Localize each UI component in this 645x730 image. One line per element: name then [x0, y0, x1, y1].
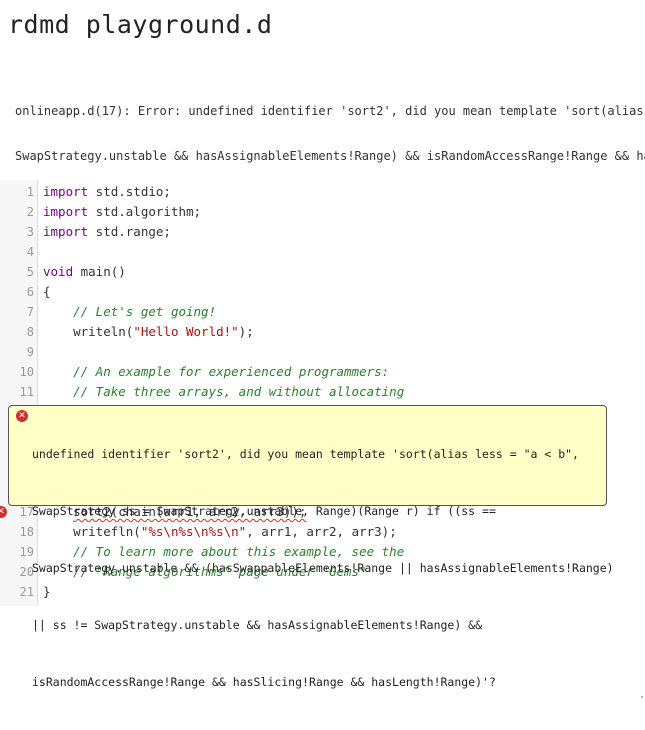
line-number: 21	[19, 585, 34, 599]
line-number: 18	[19, 525, 34, 539]
comment-token: // An example for experienced programmer…	[73, 364, 390, 379]
code-line[interactable]: 7 // Let's get going!	[0, 302, 645, 322]
code-text: import std.stdio;	[43, 182, 171, 202]
code-token: std.stdio;	[88, 184, 171, 199]
code-token: writeln(	[43, 324, 134, 339]
code-text: {	[43, 282, 51, 302]
code-text: void main()	[43, 262, 126, 282]
line-number: 1	[26, 185, 34, 199]
code-line[interactable]: 2 import std.algorithm;	[0, 202, 645, 222]
code-token: std.algorithm;	[88, 204, 202, 219]
line-number: 3	[26, 225, 34, 239]
error-output: onlineapp.d(17): Error: undefined identi…	[15, 74, 645, 179]
comment-token: // Let's get going!	[73, 304, 217, 319]
code-line[interactable]: 4	[0, 242, 645, 262]
error-output-line: SwapStrategy.unstable && hasAssignableEl…	[15, 149, 645, 163]
line-number: 10	[19, 365, 34, 379]
error-tooltip-text: undefined identifier 'sort2', did you me…	[32, 407, 614, 730]
tooltip-line: SwapStrategy.unstable && (hasSwappableEl…	[32, 561, 614, 575]
code-line[interactable]: 9	[0, 342, 645, 362]
string-token: "Hello World!"	[133, 324, 239, 339]
line-number: 8	[26, 325, 34, 339]
keyword-token: import	[43, 204, 89, 219]
code-token: std.range;	[88, 224, 171, 239]
comment-token: // Take three arrays, and without alloca…	[73, 384, 405, 399]
line-number: 5	[26, 265, 34, 279]
resize-dot	[641, 696, 643, 698]
code-line[interactable]: 8 writeln("Hello World!");	[0, 322, 645, 342]
line-number: 20	[19, 565, 34, 579]
tooltip-line: isRandomAccessRange!Range && hasSlicing!…	[32, 675, 496, 689]
keyword-token: import	[43, 224, 89, 239]
error-output-line: onlineapp.d(17): Error: undefined identi…	[15, 104, 645, 118]
keyword-token: void	[43, 264, 74, 279]
tooltip-line: || ss != SwapStrategy.unstable && hasAss…	[32, 618, 483, 632]
code-line[interactable]: 1 import std.stdio;	[0, 182, 645, 202]
tooltip-line: undefined identifier 'sort2', did you me…	[32, 447, 579, 461]
line-number: 11	[19, 385, 34, 399]
code-line[interactable]: 6{	[0, 282, 645, 302]
keyword-token: import	[43, 184, 89, 199]
code-text: writeln("Hello World!");	[43, 322, 254, 342]
code-text: import std.algorithm;	[43, 202, 201, 222]
line-number: 19	[19, 545, 34, 559]
page-title: rdmd playground.d	[8, 10, 273, 39]
tooltip-line: SwapStrategy ss = SwapStrategy.unstable,…	[32, 504, 496, 518]
code-text: // An example for experienced programmer…	[43, 362, 389, 382]
line-number: 7	[26, 305, 34, 319]
code-line[interactable]: 11 // Take three arrays, and without all…	[0, 382, 645, 402]
error-tooltip: ✕ undefined identifier 'sort2', did you …	[8, 405, 614, 689]
line-number: 6	[26, 285, 34, 299]
code-token: );	[238, 324, 254, 339]
code-token: main()	[73, 264, 126, 279]
code-line[interactable]: 3 import std.range;	[0, 222, 645, 242]
code-token: {	[43, 284, 51, 299]
line-number: 9	[26, 345, 34, 359]
code-text: import std.range;	[43, 222, 171, 242]
code-text: // Let's get going!	[43, 302, 216, 322]
code-text: // Take three arrays, and without alloca…	[43, 382, 404, 402]
error-icon: ✕	[16, 410, 28, 422]
line-number: 2	[26, 205, 34, 219]
code-line[interactable]: 10 // An example for experienced program…	[0, 362, 645, 382]
code-line[interactable]: 5 void main()	[0, 262, 645, 282]
line-number: 4	[26, 245, 34, 259]
